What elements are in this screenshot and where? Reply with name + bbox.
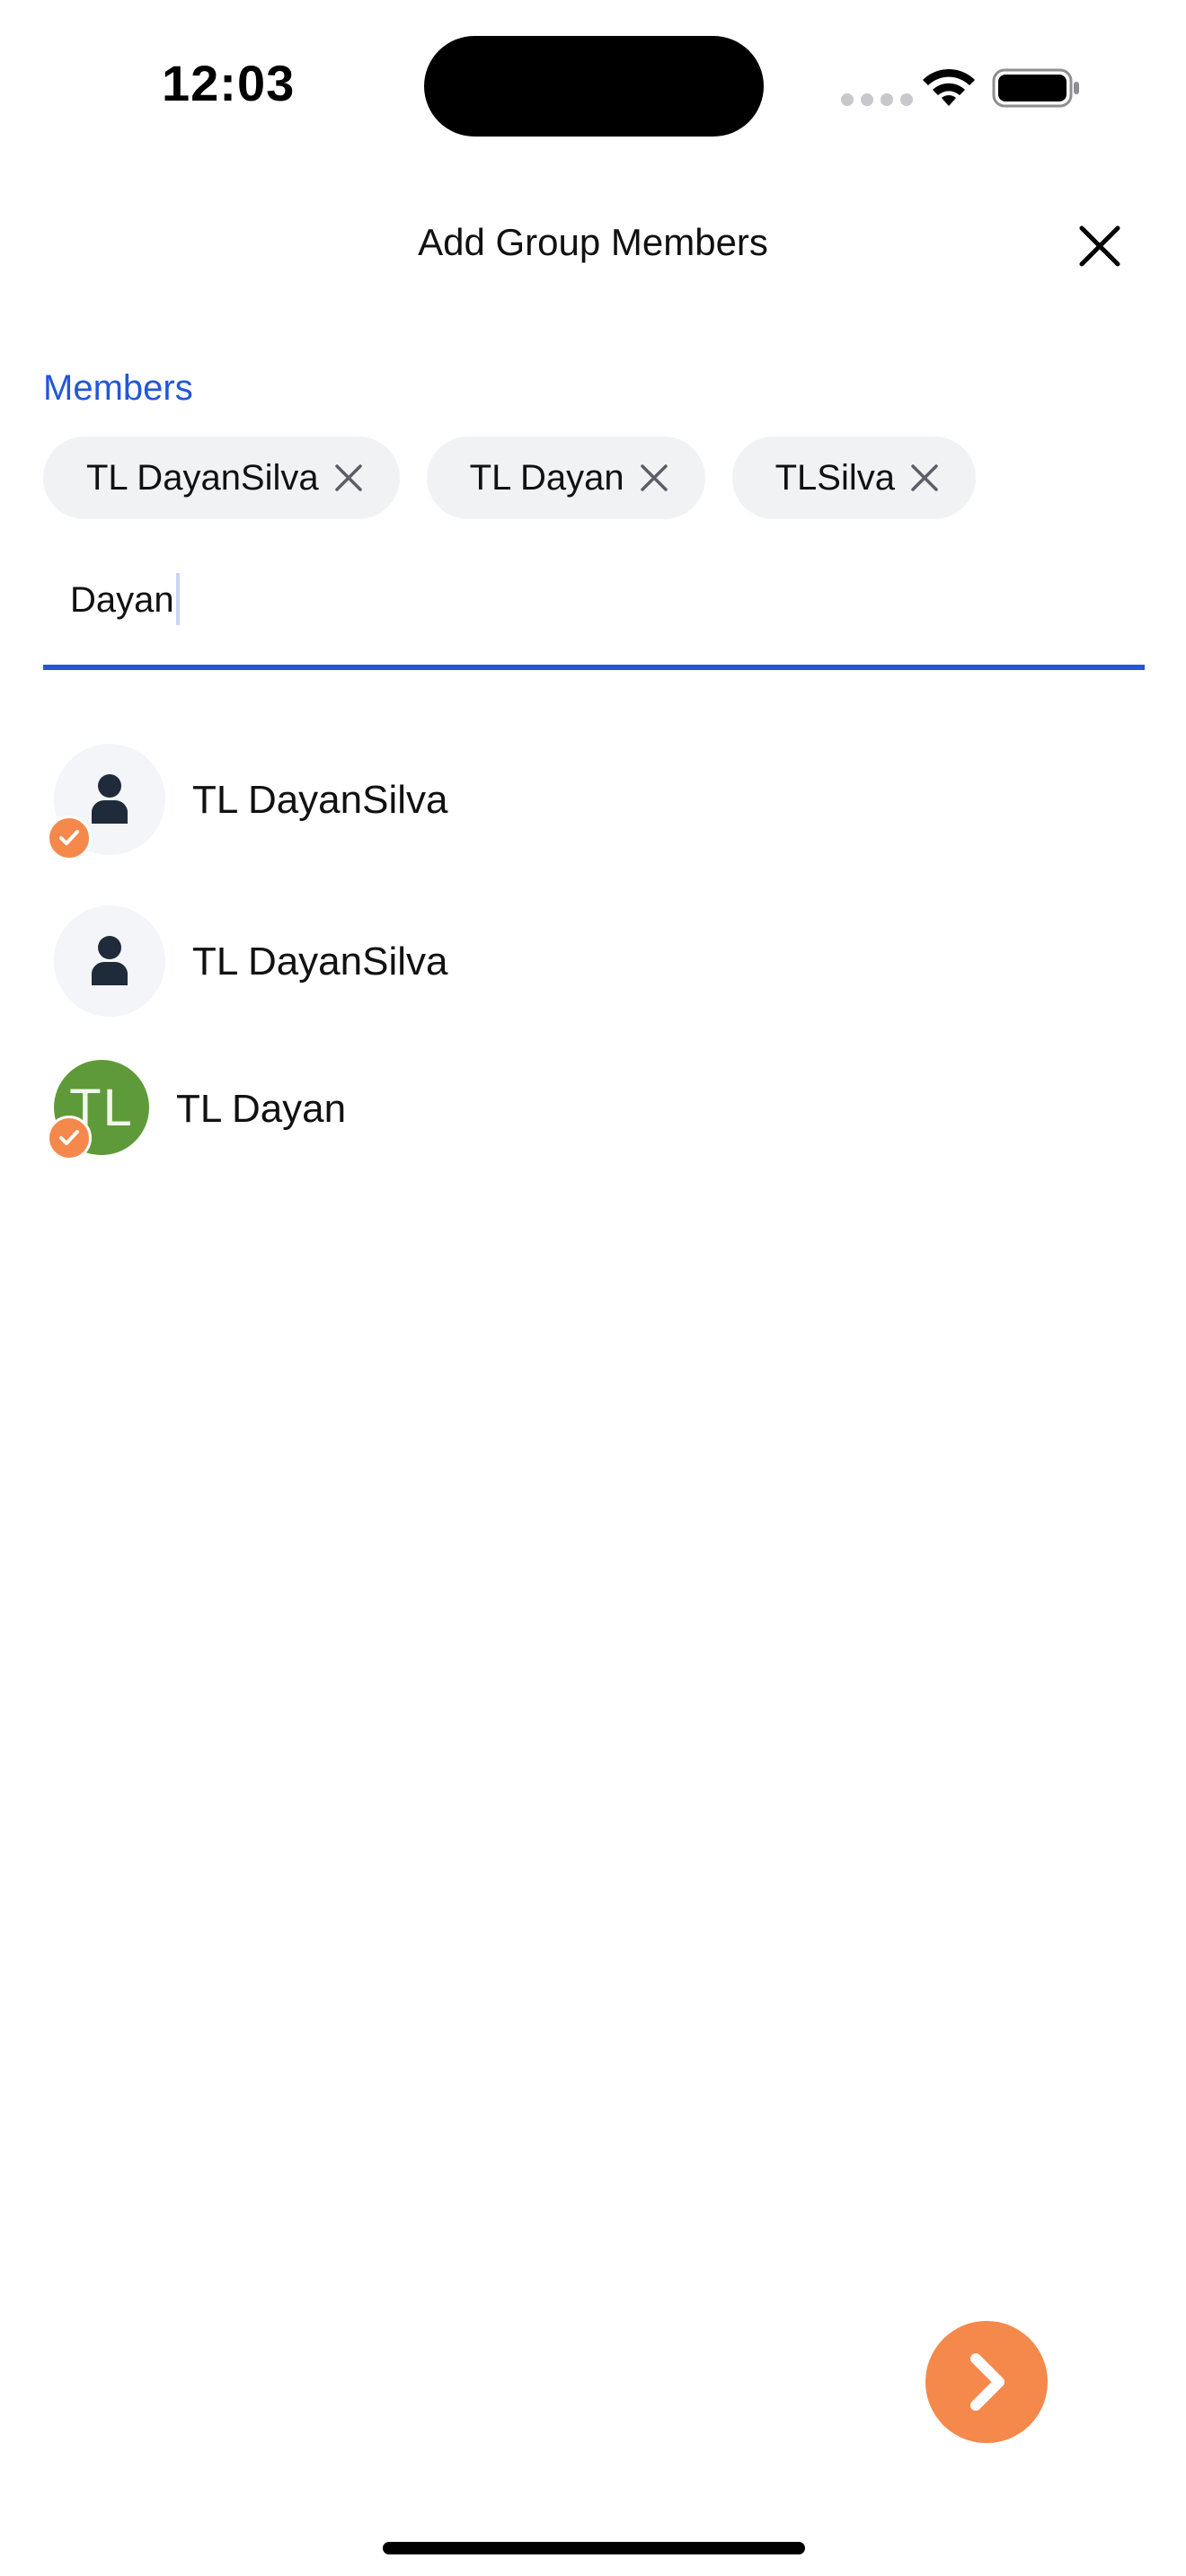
member-name: TL DayanSilva (192, 940, 448, 984)
list-item[interactable]: TL TL Dayan (0, 1060, 1186, 1195)
home-indicator[interactable] (383, 2542, 805, 2554)
battery-icon (992, 68, 1079, 108)
person-icon (92, 936, 128, 985)
text-caret (176, 573, 180, 625)
member-name: TL DayanSilva (192, 778, 448, 822)
person-icon (92, 774, 128, 824)
members-label: Members (43, 368, 193, 408)
remove-chip-icon[interactable] (639, 463, 669, 493)
member-chip[interactable]: TLSilva (731, 437, 976, 519)
member-chip-label: TL Dayan (469, 457, 624, 498)
member-chip-label: TLSilva (774, 457, 895, 498)
list-item[interactable]: TL DayanSilva (0, 737, 1186, 871)
status-bar: 12:03 (0, 0, 1186, 171)
dynamic-island (424, 36, 764, 137)
selected-check-icon (47, 1116, 92, 1160)
search-underline (43, 665, 1145, 670)
remove-chip-icon[interactable] (909, 463, 940, 493)
cellular-signal-icon (841, 93, 913, 106)
selected-check-icon (47, 816, 92, 860)
page-title: Add Group Members (418, 221, 768, 263)
selected-members-chips: TL DayanSilva TL Dayan TLSilva (43, 437, 976, 519)
member-name: TL Dayan (176, 1087, 347, 1131)
search-input[interactable] (70, 571, 1130, 629)
member-chip[interactable]: TL DayanSilva (43, 437, 400, 519)
avatar: TL (47, 1060, 165, 1171)
list-item[interactable]: TL DayanSilva (0, 898, 1186, 1033)
member-chip-label: TL DayanSilva (86, 457, 319, 498)
avatar (47, 744, 165, 860)
next-button[interactable] (925, 2321, 1048, 2443)
status-time: 12:03 (162, 55, 296, 111)
avatar (54, 905, 165, 1017)
chevron-right-icon (970, 2353, 1005, 2411)
wifi-icon (923, 68, 975, 106)
remove-chip-icon[interactable] (333, 463, 364, 493)
member-chip[interactable]: TL Dayan (426, 437, 705, 519)
close-icon[interactable] (1075, 221, 1125, 271)
